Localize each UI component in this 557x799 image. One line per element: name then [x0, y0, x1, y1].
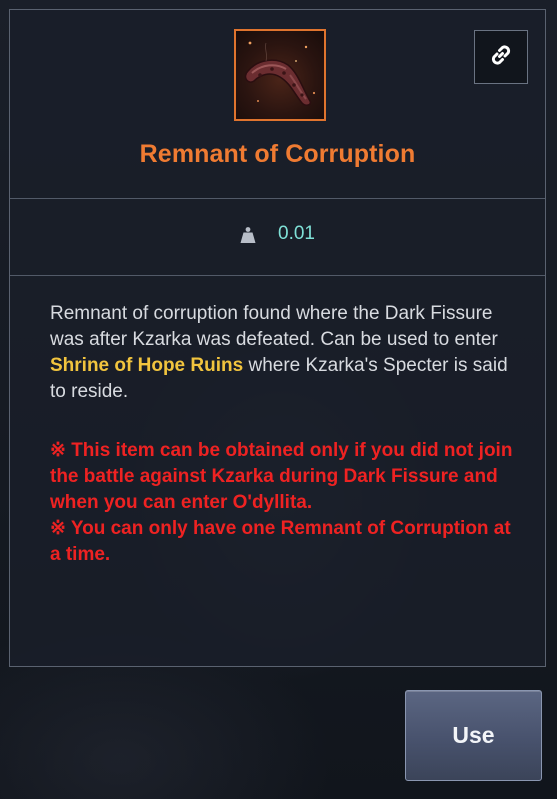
item-description: Remnant of corruption found where the Da… — [50, 301, 520, 405]
link-button[interactable] — [474, 30, 528, 84]
weight-value: 0.01 — [278, 223, 315, 244]
item-tooltip-panel: Remnant of Corruption 0.01 Remnant of co… — [9, 9, 546, 667]
weight-row: 0.01 — [10, 199, 545, 276]
item-name: Remnant of Corruption — [139, 140, 416, 168]
item-notes: ※ This item can be obtained only if you … — [50, 438, 520, 568]
description-text-1: Remnant of corruption found where the Da… — [50, 303, 498, 350]
item-header: Remnant of Corruption — [10, 10, 545, 199]
note-ownership-limit: ※ You can only have one Remnant of Corru… — [50, 518, 511, 565]
use-button[interactable]: Use — [405, 690, 542, 781]
highlighted-location-name: Shrine of Hope Ruins — [50, 355, 244, 376]
link-icon — [487, 41, 515, 73]
corrupted-remnant-icon — [234, 29, 326, 121]
weight-icon — [239, 226, 257, 244]
note-obtain-condition: ※ This item can be obtained only if you … — [50, 440, 513, 513]
